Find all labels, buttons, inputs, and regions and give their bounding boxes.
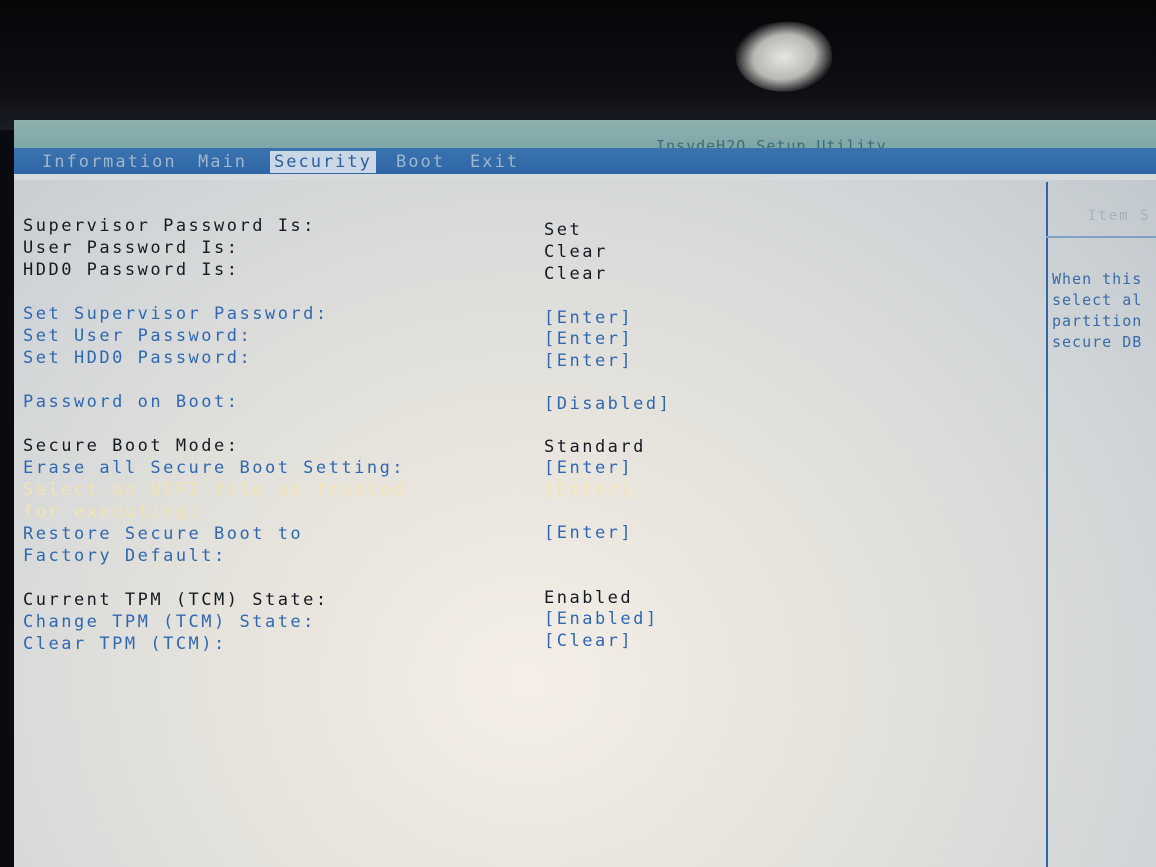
set-hdd0-password-label[interactable]: Set HDD0 Password: bbox=[23, 348, 252, 368]
secure-boot-mode-value: Standard bbox=[544, 437, 646, 457]
tab-exit[interactable]: Exit bbox=[466, 151, 523, 173]
current-tpm-state-value: Enabled bbox=[544, 588, 634, 608]
set-user-password-label[interactable]: Set User Password: bbox=[23, 326, 252, 346]
user-password-status-label: User Password Is: bbox=[23, 238, 240, 258]
bios-screen: InsydeH2O Setup Utility Information Main… bbox=[14, 120, 1156, 867]
tab-main[interactable]: Main bbox=[194, 151, 251, 173]
help-panel-title: Item S bbox=[1088, 208, 1151, 224]
help-text-line: secure DB bbox=[1052, 333, 1143, 351]
user-password-status-value: Clear bbox=[544, 242, 608, 262]
tab-boot[interactable]: Boot bbox=[392, 151, 449, 173]
clear-tpm-label[interactable]: Clear TPM (TCM): bbox=[23, 634, 227, 654]
restore-secure-boot-label-line2[interactable]: Factory Default: bbox=[23, 546, 227, 566]
monitor-bezel bbox=[0, 0, 1156, 130]
help-text-line: partition bbox=[1052, 312, 1143, 330]
select-uefi-file-label-line2[interactable]: for executing: bbox=[23, 502, 201, 522]
erase-secure-boot-label[interactable]: Erase all Secure Boot Setting: bbox=[23, 458, 405, 478]
hdd0-password-status-label: HDD0 Password Is: bbox=[23, 260, 240, 280]
password-on-boot-select[interactable]: [Disabled] bbox=[544, 394, 671, 414]
supervisor-password-status-label: Supervisor Password Is: bbox=[23, 216, 316, 236]
set-supervisor-password-button[interactable]: [Enter] bbox=[544, 308, 633, 328]
current-tpm-state-label: Current TPM (TCM) State: bbox=[23, 590, 329, 610]
set-supervisor-password-label[interactable]: Set Supervisor Password: bbox=[23, 304, 329, 324]
tab-information[interactable]: Information bbox=[38, 151, 181, 173]
help-panel-divider bbox=[1046, 182, 1048, 867]
change-tpm-state-label[interactable]: Change TPM (TCM) State: bbox=[23, 612, 316, 632]
restore-secure-boot-label[interactable]: Restore Secure Boot to bbox=[23, 524, 303, 544]
clear-tpm-button[interactable]: [Clear] bbox=[544, 631, 633, 651]
help-title-divider bbox=[1046, 236, 1156, 238]
menu-separator bbox=[14, 174, 1156, 180]
password-on-boot-label[interactable]: Password on Boot: bbox=[23, 392, 240, 412]
set-user-password-button[interactable]: [Enter] bbox=[544, 329, 633, 349]
help-text-line: select al bbox=[1052, 291, 1143, 309]
select-uefi-file-label[interactable]: Select an UEFI file as trusted bbox=[23, 480, 405, 500]
supervisor-password-status-value: Set bbox=[544, 220, 583, 240]
tab-security[interactable]: Security bbox=[270, 151, 376, 173]
set-hdd0-password-button[interactable]: [Enter] bbox=[544, 351, 633, 371]
change-tpm-state-select[interactable]: [Enabled] bbox=[544, 609, 659, 629]
restore-secure-boot-button[interactable]: [Enter] bbox=[544, 523, 633, 543]
title-bar: InsydeH2O Setup Utility bbox=[14, 120, 1156, 155]
secure-boot-mode-label: Secure Boot Mode: bbox=[23, 436, 240, 456]
erase-secure-boot-button[interactable]: [Enter] bbox=[544, 458, 633, 478]
menu-bar: Information Main Security Boot Exit bbox=[14, 148, 1156, 174]
select-uefi-file-button[interactable]: [Enter] bbox=[544, 480, 633, 500]
help-text-line: When this bbox=[1052, 270, 1143, 288]
hdd0-password-status-value: Clear bbox=[544, 264, 608, 284]
